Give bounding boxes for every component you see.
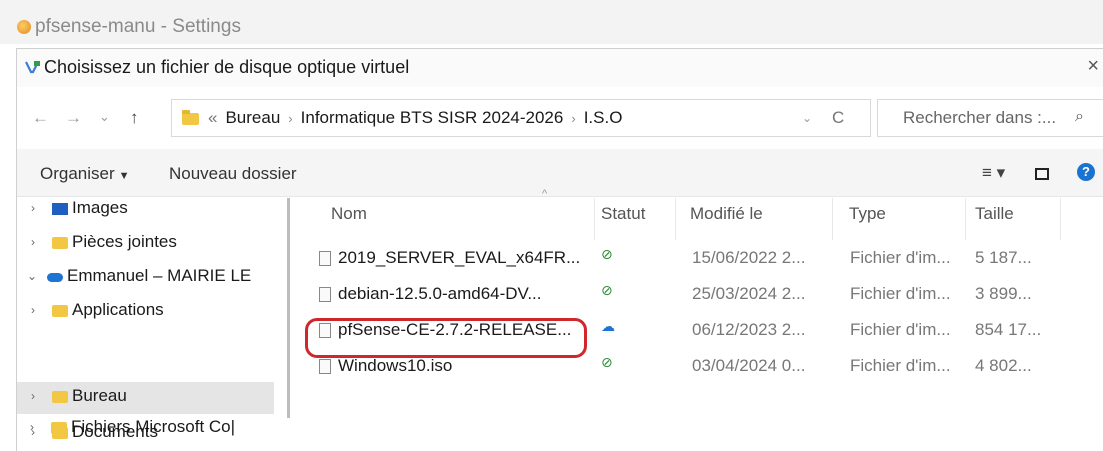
file-type: Fichier d'im... — [850, 356, 951, 375]
column-separator[interactable] — [965, 198, 966, 240]
toolbar: Organiser ▼ Nouveau dossier ≡ ▾ ? — [17, 149, 1103, 197]
chevron-right-icon[interactable]: › — [288, 111, 292, 126]
sidebar-item-onedrive[interactable]: ⌄ Emmanuel – MAIRIE LE — [17, 262, 274, 294]
folder-icon — [51, 422, 67, 434]
sync-status-icon: ⊘ — [601, 354, 613, 370]
dialog-app-icon — [25, 61, 40, 74]
column-separator[interactable] — [832, 198, 833, 240]
breadcrumb: « Bureau › Informatique BTS SISR 2024-2026 ›… — [208, 108, 622, 128]
sidebar-item-pieces-jointes[interactable]: › Pièces jointes — [17, 228, 274, 260]
file-icon — [319, 287, 331, 302]
breadcrumb-informatique[interactable]: Informatique BTS SISR 2024-2026 — [301, 108, 564, 127]
sidebar-item-label: Fichiers Microsoft Co| — [71, 417, 236, 436]
file-size: 3 899... — [975, 284, 1032, 303]
background-window-title: pfsense-manu - Settings — [35, 16, 241, 37]
table-row[interactable]: 2019_SERVER_EVAL_x64FR... ⊘ 15/06/2022 2… — [305, 242, 1085, 276]
sync-status-icon: ⊘ — [601, 246, 613, 262]
file-size: 4 802... — [975, 356, 1032, 375]
sidebar-item-bureau[interactable]: › Bureau — [17, 382, 274, 414]
images-icon — [52, 203, 68, 215]
dialog-title: Choisissez un fichier de disque optique … — [44, 57, 410, 77]
chevron-right-icon[interactable]: › — [31, 201, 35, 215]
chevron-right-icon[interactable]: › — [30, 420, 34, 434]
search-box: ⌕ — [877, 99, 1103, 137]
cloud-icon — [47, 273, 63, 282]
close-icon[interactable]: × — [1087, 55, 1099, 78]
back-button[interactable]: ← — [32, 108, 49, 128]
column-separator[interactable] — [675, 198, 676, 240]
column-separator[interactable] — [594, 198, 595, 240]
file-date: 06/12/2023 2... — [692, 320, 806, 339]
file-date: 03/04/2024 0... — [692, 356, 806, 375]
sidebar-item-label: Images — [72, 198, 128, 217]
chevron-right-icon[interactable]: › — [31, 235, 35, 249]
file-icon — [319, 359, 331, 374]
file-date: 25/03/2024 2... — [692, 284, 806, 303]
sidebar-item-label: Bureau — [72, 386, 127, 405]
dialog-titlebar: Choisissez un fichier de disque optique … — [17, 49, 1103, 87]
breadcrumb-overflow[interactable]: « — [208, 108, 217, 127]
organize-button[interactable]: Organiser ▼ — [40, 164, 130, 184]
sync-status-icon: ⊘ — [601, 282, 613, 298]
preview-pane-icon[interactable] — [1035, 168, 1049, 180]
search-input[interactable] — [878, 100, 1068, 136]
recent-locations-button[interactable]: ⌄ — [99, 109, 110, 125]
forward-button[interactable]: → — [65, 108, 82, 128]
sidebar-item-label: Emmanuel – MAIRIE LE — [67, 266, 252, 285]
file-size: 854 17... — [975, 320, 1042, 339]
column-separator[interactable] — [1060, 198, 1061, 240]
file-name: debian-12.5.0-amd64-DV... — [338, 284, 542, 303]
sidebar-item-label: Applications — [72, 300, 164, 319]
sidebar-item-fichiers-microsoft[interactable]: › Fichiers Microsoft Co| — [16, 413, 273, 445]
new-folder-button[interactable]: Nouveau dossier — [169, 164, 297, 184]
highlight-annotation — [305, 318, 587, 358]
chevron-right-icon[interactable]: › — [31, 389, 35, 403]
folder-icon — [182, 110, 199, 125]
breadcrumb-iso[interactable]: I.S.O — [584, 108, 623, 127]
file-type: Fichier d'im... — [850, 284, 951, 303]
help-icon[interactable]: ? — [1077, 163, 1095, 181]
pane-splitter[interactable] — [287, 198, 290, 418]
chevron-right-icon[interactable]: › — [571, 111, 575, 126]
view-options-button[interactable]: ≡ ▾ — [982, 163, 1005, 183]
column-header-name[interactable]: Nom — [331, 204, 367, 224]
column-header-status[interactable]: Statut — [601, 204, 645, 224]
sidebar-item-images[interactable]: › Images — [17, 198, 274, 226]
file-type: Fichier d'im... — [850, 320, 951, 339]
breadcrumb-bureau[interactable]: Bureau — [225, 108, 280, 127]
sidebar-item-applications[interactable]: › Applications — [17, 296, 274, 328]
sort-ascending-icon: ^ — [542, 188, 548, 200]
folder-icon — [52, 305, 68, 317]
column-header-modified[interactable]: Modifié le — [690, 204, 763, 224]
folder-icon — [52, 237, 68, 249]
file-name: 2019_SERVER_EVAL_x64FR... — [338, 248, 581, 267]
table-row[interactable]: debian-12.5.0-amd64-DV... ⊘ 25/03/2024 2… — [305, 278, 1085, 312]
file-dialog: Choisissez un fichier de disque optique … — [16, 48, 1103, 451]
file-icon — [319, 251, 331, 266]
folder-icon — [52, 391, 68, 403]
column-header-size[interactable]: Taille — [975, 204, 1014, 224]
cloud-status-icon: ☁ — [601, 318, 615, 334]
file-size: 5 187... — [975, 248, 1032, 267]
column-header-type[interactable]: Type — [849, 204, 886, 224]
up-button[interactable]: ↑ — [130, 108, 139, 128]
address-row: ← → ⌄ ↑ « Bureau › Informatique BTS SISR 20… — [17, 87, 1103, 149]
refresh-icon[interactable]: C — [832, 108, 844, 128]
address-bar[interactable]: « Bureau › Informatique BTS SISR 2024-2026 ›… — [171, 99, 871, 137]
background-window-titlebar: pfsense-manu - Settings — [0, 0, 1103, 44]
organize-label: Organiser — [40, 164, 115, 183]
file-date: 15/06/2022 2... — [692, 248, 806, 267]
virtualbox-icon — [17, 20, 31, 34]
file-type: Fichier d'im... — [850, 248, 951, 267]
caret-down-icon: ▼ — [118, 170, 130, 182]
chevron-down-icon[interactable]: ⌄ — [27, 269, 37, 283]
search-icon[interactable]: ⌕ — [1075, 108, 1084, 126]
chevron-down-icon[interactable]: ⌄ — [802, 111, 812, 125]
sidebar-item-label: Pièces jointes — [72, 232, 177, 251]
file-name: Windows10.iso — [338, 356, 453, 375]
chevron-right-icon[interactable]: › — [31, 303, 35, 317]
